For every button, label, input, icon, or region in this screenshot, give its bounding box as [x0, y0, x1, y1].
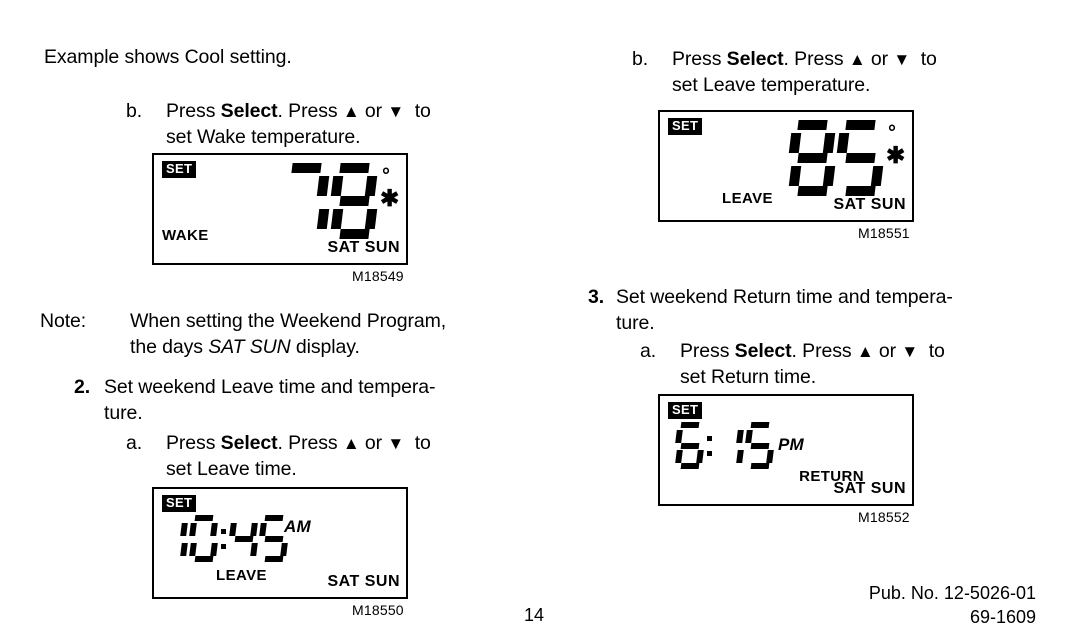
step-3a-text-or: or: [873, 340, 902, 362]
lcd-display-leave-temp: SET ° ✱ LEAVE SAT SUN: [658, 110, 914, 222]
set-badge: SET: [668, 118, 703, 135]
figure-caption-wake: M18549: [352, 268, 404, 284]
seven-segment-colon: [706, 422, 716, 469]
step-2a-text-pre: Press: [166, 432, 221, 454]
note-text-pre: the days: [130, 336, 209, 358]
down-arrow-icon: ▼: [387, 434, 405, 453]
step-2a-line1: Press Select. Press ▲ or ▼ to: [166, 430, 431, 457]
seven-segment-digit: [716, 422, 745, 469]
step-2b-line1: Press Select. Press ▲ or ▼ to: [672, 46, 937, 73]
meridiem-label: PM: [778, 435, 804, 454]
select-keyword: Select: [220, 432, 278, 454]
step-1b-marker: b.: [126, 100, 143, 122]
step-1b-line1: Press Select. Press ▲ or ▼ to: [166, 98, 431, 125]
figure-caption-return-time: M18552: [858, 509, 910, 525]
note-line1: When setting the Weekend Program,: [130, 310, 447, 332]
step-1b-text-pre: Press: [166, 100, 221, 122]
publication-number: Pub. No. 12-5026-01: [868, 583, 1036, 603]
page-number: 14: [524, 605, 545, 625]
step-1b-text-or: or: [359, 100, 388, 122]
seven-segment-colon: [220, 515, 230, 562]
seven-segment-digit: [160, 515, 189, 562]
days-indicator: SAT SUN: [833, 196, 906, 213]
step-2a-marker: a.: [126, 432, 143, 454]
select-keyword: Select: [220, 100, 278, 122]
seven-segment-digit: [284, 163, 330, 239]
select-keyword: Select: [734, 340, 792, 362]
figure-caption-leave-temp: M18551: [858, 225, 910, 241]
note-text-post: display.: [290, 336, 360, 358]
step-1b-text-mid: . Press: [277, 100, 343, 122]
step-2b-text-or: or: [865, 48, 894, 70]
step-3a-text-pre: Press: [680, 340, 735, 362]
seven-segment-digit: [189, 515, 219, 563]
lcd-display-return-time: SET PM RETURN SAT SUN: [658, 394, 914, 506]
step-3a-text-mid: . Press: [791, 340, 857, 362]
up-arrow-icon: ▲: [856, 342, 874, 361]
down-arrow-icon: ▼: [901, 342, 919, 361]
time-value-return: [675, 422, 776, 470]
manual-page: Example shows Cool setting. b. Press Sel…: [0, 0, 1080, 643]
note-label: Note:: [40, 310, 87, 332]
mode-label-leave: LEAVE: [722, 190, 773, 207]
step-1b-line2: set Wake temperature.: [166, 126, 361, 148]
figure-caption-leave-time: M18550: [352, 602, 404, 618]
set-badge: SET: [162, 161, 197, 178]
lcd-display-leave-time: SET AM LEAVE SAT SUN: [152, 487, 408, 599]
up-arrow-icon: ▲: [342, 434, 360, 453]
step-2-line2: ture.: [104, 402, 143, 424]
lcd-display-wake: SET ° ✱ WAKE SAT SUN: [152, 153, 408, 265]
temperature-value-leave: [788, 120, 887, 196]
mode-label-wake: WAKE: [162, 227, 209, 244]
step-3a-text-end: to: [918, 340, 945, 362]
step-2b-text-end: to: [910, 48, 937, 70]
step-2-line1: Set weekend Leave time and tempera-: [104, 376, 436, 398]
step-3a-line2: set Return time.: [680, 366, 817, 388]
temperature-value-wake: [284, 163, 381, 239]
up-arrow-icon: ▲: [848, 50, 866, 69]
snowflake-cool-icon: ✱: [380, 185, 400, 211]
step-3-line1: Set weekend Return time and tempera-: [616, 286, 953, 308]
step-2b-marker: b.: [632, 48, 649, 70]
step-3-marker: 3.: [588, 286, 605, 308]
snowflake-cool-icon: ✱: [886, 142, 906, 168]
document-number: 69-1609: [969, 607, 1036, 627]
step-2b-text-pre: Press: [672, 48, 727, 70]
note-days-italic: SAT SUN: [208, 336, 291, 358]
degree-symbol: °: [888, 122, 896, 144]
days-indicator: SAT SUN: [327, 573, 400, 590]
select-keyword: Select: [726, 48, 784, 70]
step-2b-line2: set Leave temperature.: [672, 74, 871, 96]
seven-segment-digit: [745, 422, 775, 470]
step-2-marker: 2.: [74, 376, 91, 398]
time-value-leave: [160, 515, 290, 563]
note-line2: the days SAT SUN display.: [130, 334, 360, 360]
intro-text: Example shows Cool setting.: [44, 46, 292, 68]
seven-segment-digit: [837, 120, 884, 196]
degree-symbol: °: [382, 165, 390, 187]
days-indicator: SAT SUN: [833, 480, 906, 497]
step-3-line2: ture.: [616, 312, 655, 334]
days-indicator: SAT SUN: [327, 239, 400, 256]
step-3a-marker: a.: [640, 340, 657, 362]
down-arrow-icon: ▼: [387, 102, 405, 121]
seven-segment-digit: [788, 120, 836, 196]
step-2a-text-mid: . Press: [277, 432, 343, 454]
step-2a-text-or: or: [359, 432, 388, 454]
meridiem-label: AM: [284, 517, 311, 536]
mode-label-leave: LEAVE: [216, 567, 267, 584]
up-arrow-icon: ▲: [342, 102, 360, 121]
set-badge: SET: [668, 402, 703, 419]
step-3a-line1: Press Select. Press ▲ or ▼ to: [680, 338, 945, 365]
step-2b-text-mid: . Press: [783, 48, 849, 70]
step-1b-text-end: to: [404, 100, 431, 122]
set-badge: SET: [162, 495, 197, 512]
step-2a-line2: set Leave time.: [166, 458, 297, 480]
step-2a-text-end: to: [404, 432, 431, 454]
seven-segment-digit: [229, 515, 259, 562]
down-arrow-icon: ▼: [893, 50, 911, 69]
seven-segment-digit: [331, 163, 378, 239]
seven-segment-digit: [675, 422, 705, 470]
